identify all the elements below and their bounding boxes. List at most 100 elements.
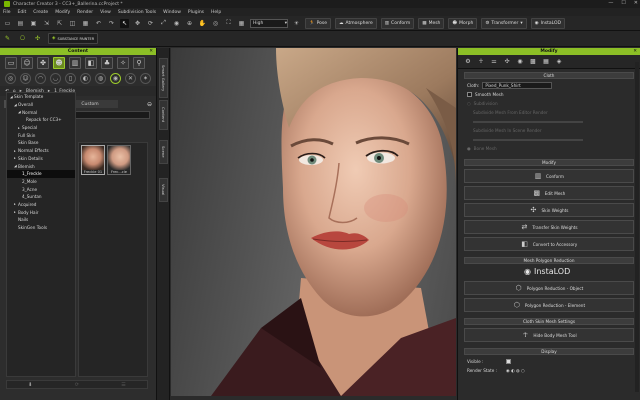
- pose-button[interactable]: 🏃 Pose: [305, 17, 332, 29]
- select-icon[interactable]: ↖: [120, 18, 129, 28]
- puzzle-icon[interactable]: ✣: [33, 34, 42, 43]
- layer-icon[interactable]: ▦: [542, 58, 550, 66]
- pose-icon[interactable]: ✧: [117, 57, 129, 69]
- figure-icon[interactable]: ☥: [477, 58, 485, 66]
- tree-item[interactable]: SkinGen Tools: [7, 224, 75, 232]
- maximize-button[interactable]: ☐: [621, 0, 625, 6]
- subdivide-editor-slider[interactable]: [473, 120, 583, 123]
- instalod-button[interactable]: ◉ InstaLOD: [530, 17, 565, 29]
- polygon-reduction-object-button[interactable]: ⬡ Polygon Reduction - Object: [464, 281, 634, 295]
- 3d-viewport[interactable]: [171, 48, 456, 396]
- conform-button[interactable]: ▥ Conform: [380, 17, 415, 29]
- tree-item[interactable]: ▸ Special: [7, 124, 75, 132]
- tab-visual[interactable]: Visual: [159, 178, 168, 202]
- tree-item[interactable]: Full Skin: [7, 131, 75, 139]
- eye-icon[interactable]: ◎: [5, 73, 16, 84]
- tree-item[interactable]: ◢ Overall: [7, 101, 75, 109]
- head-icon[interactable]: ◐: [80, 73, 91, 84]
- cloth-settings-header[interactable]: Cloth Skin Mesh Settings: [464, 318, 634, 325]
- tree-item[interactable]: 1_Freckle: [7, 169, 75, 178]
- tree-item[interactable]: Repack for CC3+: [7, 116, 75, 124]
- convert-to-accessory-button[interactable]: ◧ Convert to Accessory: [464, 237, 634, 251]
- accessory-icon[interactable]: ◧: [85, 57, 97, 69]
- radio-icon[interactable]: ●: [467, 146, 471, 151]
- tree-item[interactable]: ▸ Skin Details: [7, 155, 75, 163]
- tab-content[interactable]: Content: [159, 100, 168, 130]
- tree-item[interactable]: 2_Mole: [7, 178, 75, 186]
- tree-item[interactable]: ▸ Acquired: [7, 201, 75, 209]
- transformer-button[interactable]: ⚙ Transformer ▾: [481, 17, 527, 29]
- atmosphere-button[interactable]: ☁ Atmosphere: [335, 17, 377, 29]
- open-icon[interactable]: ▤: [16, 19, 25, 28]
- brush-icon[interactable]: ⎔: [18, 34, 27, 43]
- camera-icon[interactable]: ◉: [172, 19, 181, 28]
- tree-item[interactable]: ◢ Normal: [7, 108, 75, 116]
- body-icon[interactable]: ✤: [37, 57, 49, 69]
- character-icon[interactable]: ☺: [21, 57, 33, 69]
- cloth-name-field[interactable]: Pixed_Punk_Shirt: [482, 82, 553, 89]
- settings-icon[interactable]: ⊖: [147, 101, 152, 108]
- menu-help[interactable]: Help: [211, 10, 221, 15]
- new-icon[interactable]: ▭: [3, 19, 12, 28]
- minimize-button[interactable]: —: [608, 0, 613, 6]
- tree-item[interactable]: Skin Base: [7, 139, 75, 147]
- menu-window[interactable]: Window: [163, 10, 181, 15]
- substance-painter-button[interactable]: ◈ SUBSTANCE PAINTER: [48, 33, 99, 44]
- download-icon[interactable]: ⬇: [28, 382, 32, 388]
- close-icon[interactable]: ✕: [149, 49, 153, 54]
- thumbnail-item[interactable]: Frec...cle: [107, 145, 131, 175]
- hide-body-mesh-button[interactable]: ☥ Hide Body Mesh Tool: [464, 328, 634, 342]
- grid-icon[interactable]: ▦: [237, 19, 246, 28]
- modify-section-header[interactable]: Modify: [464, 159, 634, 166]
- hair-icon[interactable]: ♣: [101, 57, 113, 69]
- cloth-section-header[interactable]: Cloth: [464, 72, 634, 79]
- radio-icon[interactable]: ○: [467, 101, 471, 106]
- skin-detail-icon[interactable]: ◍: [95, 73, 106, 84]
- fit-icon[interactable]: ⛶: [224, 19, 233, 28]
- material-icon[interactable]: ◉: [516, 58, 524, 66]
- motion-icon[interactable]: ⚲: [133, 57, 145, 69]
- orbit-icon[interactable]: ◎: [211, 19, 220, 28]
- mesh-button[interactable]: ▩ Mesh: [418, 17, 445, 29]
- subdivide-scene-slider[interactable]: [473, 138, 583, 141]
- menu-edit[interactable]: Edit: [18, 10, 27, 15]
- pencil-icon[interactable]: ✎: [3, 34, 12, 43]
- edit-mesh-button[interactable]: ▩ Edit Mesh: [464, 186, 634, 200]
- menu-create[interactable]: Create: [33, 10, 48, 15]
- render-icon[interactable]: ◫: [68, 19, 77, 28]
- refresh-icon[interactable]: ⟳: [75, 382, 79, 388]
- tree-item[interactable]: ◢ Blemish: [7, 162, 75, 170]
- visible-checkbox[interactable]: [506, 359, 511, 364]
- scar-icon[interactable]: ✕: [125, 73, 136, 84]
- reduction-section-header[interactable]: Mesh Polygon Reduction: [464, 257, 634, 264]
- thumbnail-item[interactable]: Freckle 01: [81, 145, 105, 175]
- menu-render[interactable]: Render: [77, 10, 93, 15]
- move-icon[interactable]: ✥: [133, 19, 142, 28]
- morph-icon[interactable]: ✣: [503, 58, 511, 66]
- tree-item[interactable]: ▸ Normal Effects: [7, 147, 75, 155]
- menu-subdivision-tools[interactable]: Subdivision Tools: [118, 10, 156, 15]
- texture-icon[interactable]: ▩: [529, 58, 537, 66]
- teeth-icon[interactable]: ◠: [35, 73, 46, 84]
- close-button[interactable]: ✕: [634, 0, 638, 6]
- polygon-reduction-element-button[interactable]: ⬡ Polygon Reduction - Element: [464, 298, 634, 312]
- tab-scene[interactable]: Scene: [159, 140, 168, 164]
- lips-icon[interactable]: ◡: [50, 73, 61, 84]
- zoom-icon[interactable]: ⊕: [185, 19, 194, 28]
- menu-file[interactable]: File: [3, 10, 11, 15]
- skin-icon[interactable]: ☻: [53, 57, 65, 69]
- smooth-mesh-checkbox[interactable]: [467, 92, 472, 97]
- quality-select[interactable]: High ▾: [250, 18, 288, 28]
- save-icon[interactable]: ▣: [29, 19, 38, 28]
- tattoo-icon[interactable]: ✶: [140, 73, 151, 84]
- attribute-icon[interactable]: ⚙: [464, 58, 472, 66]
- display-section-header[interactable]: Display: [464, 348, 634, 355]
- cloth-icon[interactable]: ▥: [69, 57, 81, 69]
- skin-weights-button[interactable]: ✣ Skin Weights: [464, 203, 634, 217]
- rotate-icon[interactable]: ⟳: [146, 19, 155, 28]
- menu-plugins[interactable]: Plugins: [188, 10, 204, 15]
- redo-icon[interactable]: ↷: [107, 19, 116, 28]
- scale-icon[interactable]: ⤢: [159, 19, 168, 28]
- import-icon[interactable]: ⇲: [42, 19, 51, 28]
- tree-item[interactable]: 3_Acne: [7, 185, 75, 193]
